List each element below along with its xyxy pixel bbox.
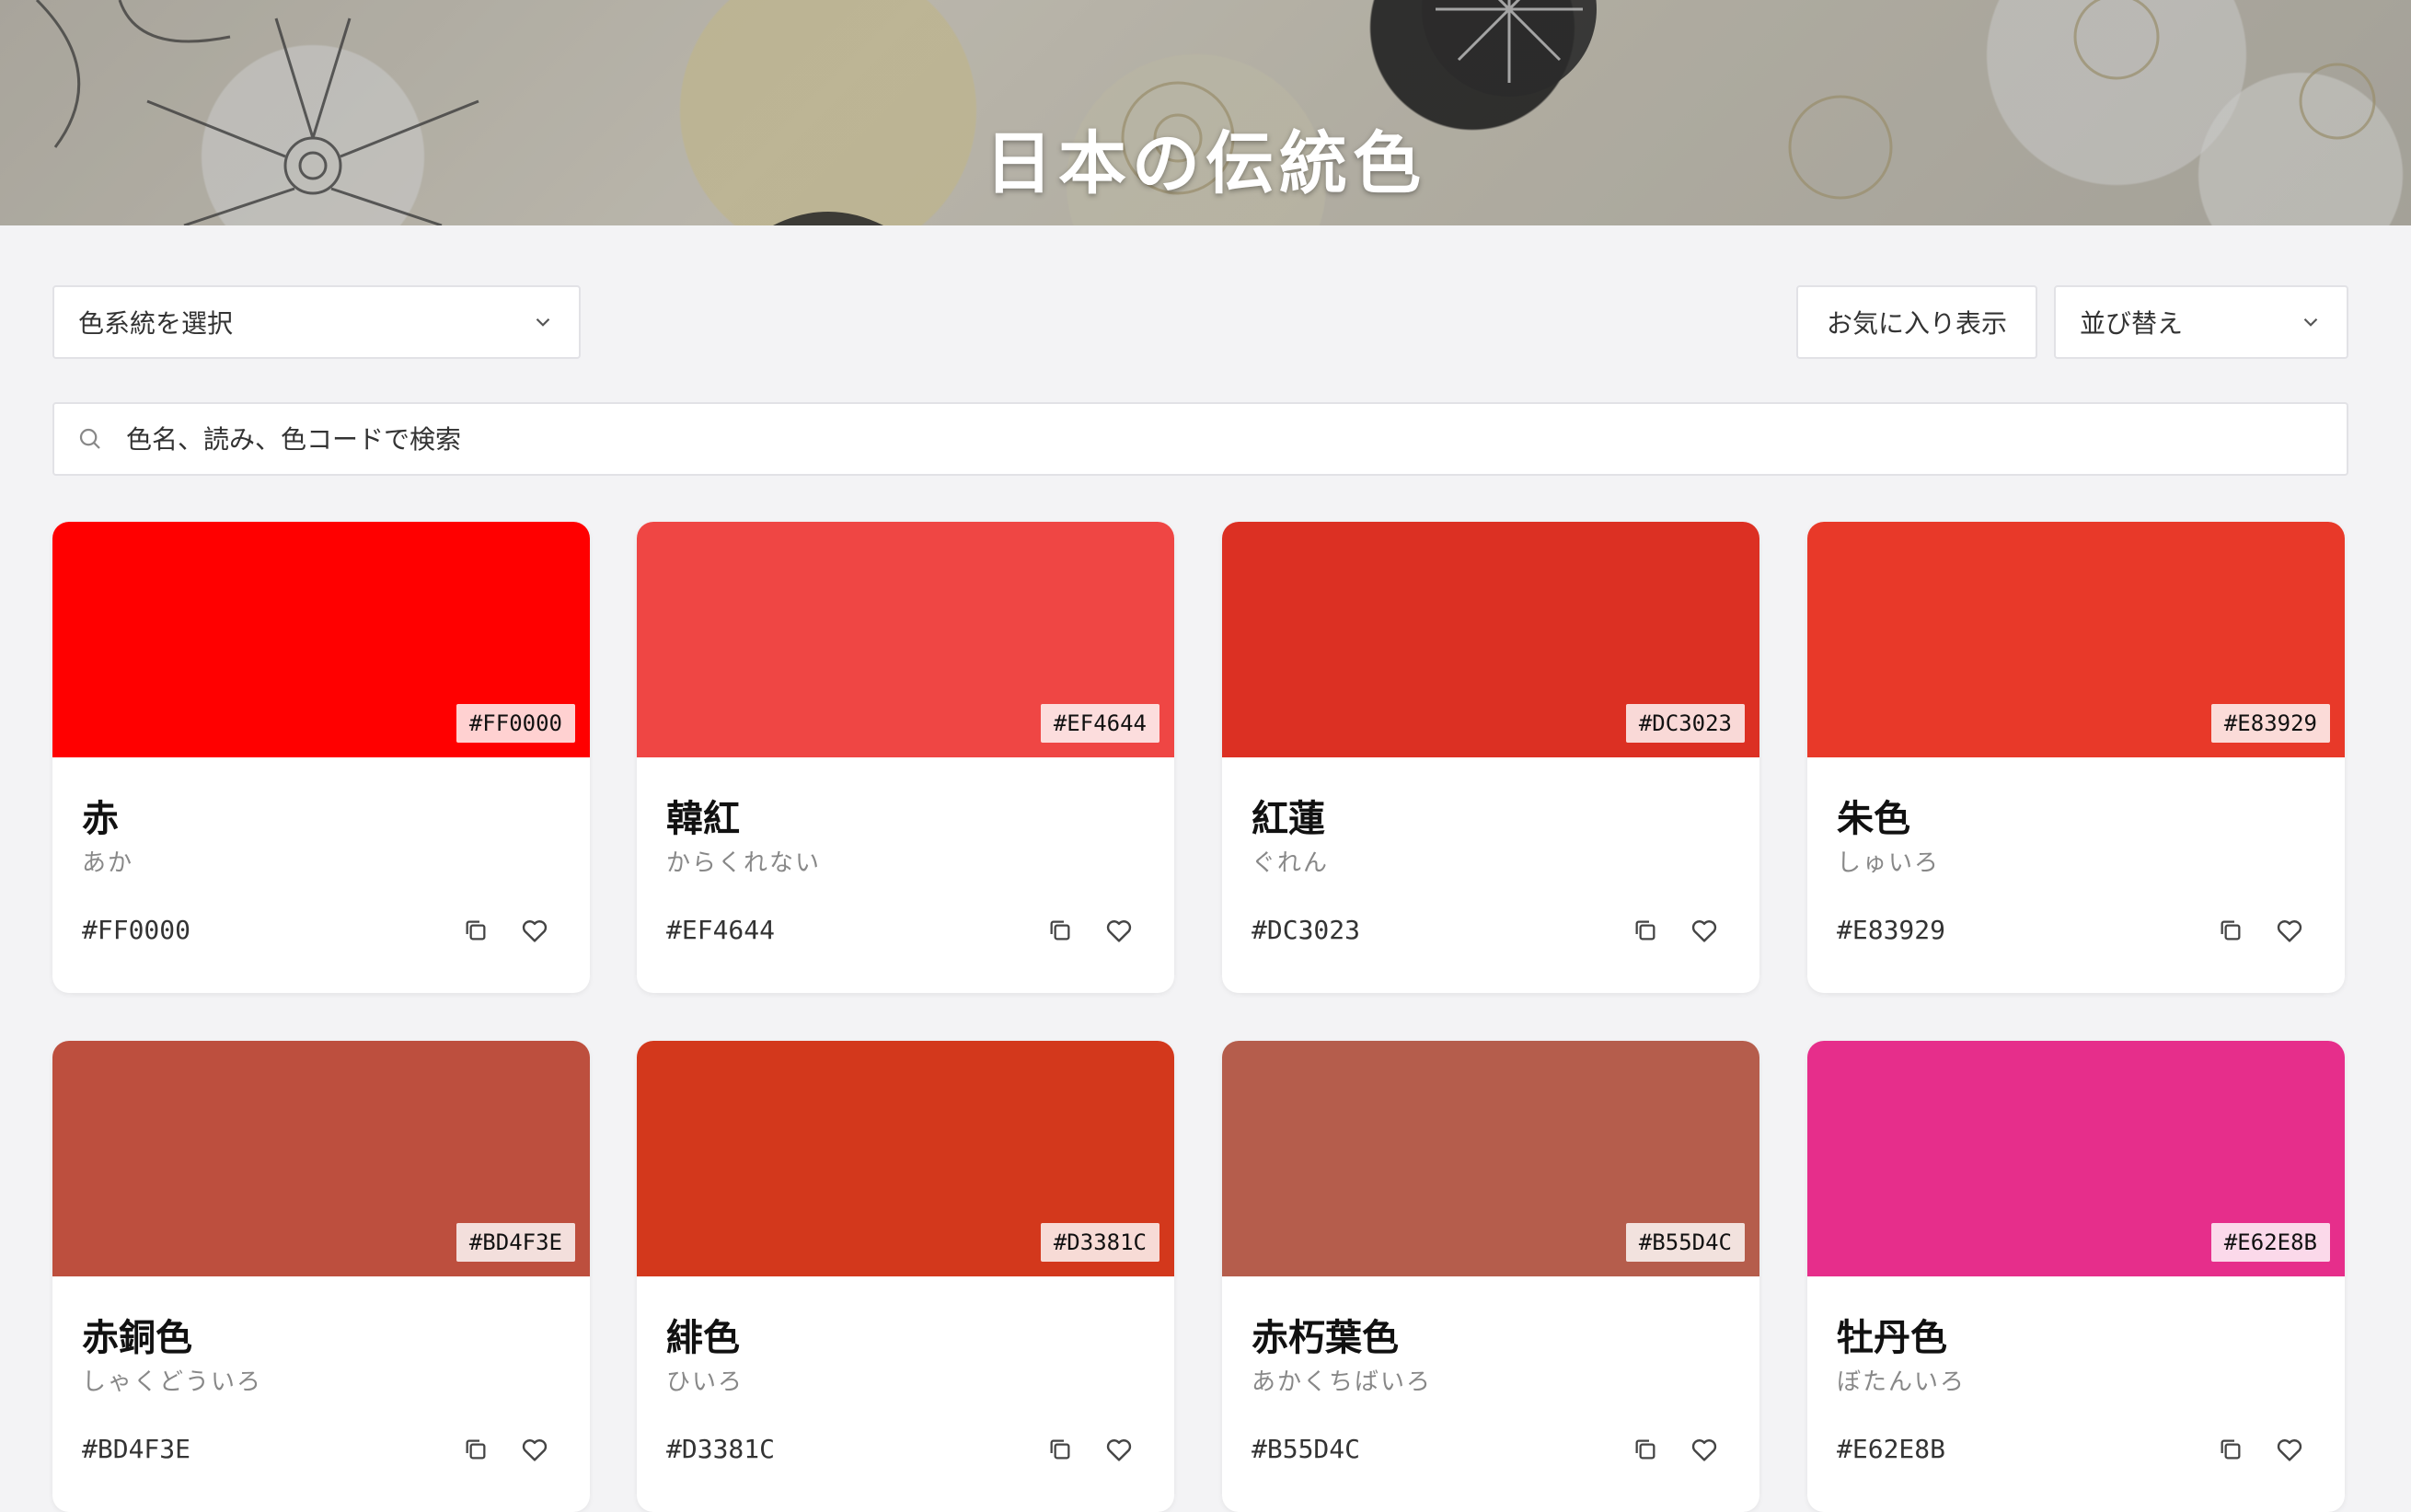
- color-code: #B55D4C: [1252, 1434, 1361, 1464]
- hex-badge: #DC3023: [1625, 704, 1745, 743]
- color-card[interactable]: #D3381C 緋色ひいろ #D3381C: [637, 1041, 1174, 1512]
- color-swatch: #D3381C: [637, 1041, 1174, 1276]
- heart-icon: [2277, 1439, 2302, 1461]
- heart-icon: [1106, 1439, 1132, 1461]
- color-reading: あかくちばいろ: [1252, 1368, 1433, 1396]
- color-card[interactable]: #E83929 朱色しゅいろ #E83929: [1807, 522, 2345, 993]
- show-favorites-button[interactable]: お気に入り表示: [1796, 285, 2037, 359]
- copy-button[interactable]: [1627, 1431, 1664, 1468]
- favorite-button[interactable]: [516, 912, 553, 949]
- copy-button[interactable]: [1627, 912, 1664, 949]
- color-card[interactable]: #E62E8B 牡丹色ぼたんいろ #E62E8B: [1807, 1041, 2345, 1512]
- favorite-button[interactable]: [2271, 912, 2308, 949]
- heart-icon: [2277, 920, 2302, 942]
- favorite-button[interactable]: [1686, 1431, 1723, 1468]
- color-code: #BD4F3E: [82, 1434, 191, 1464]
- color-swatch: #B55D4C: [1222, 1041, 1759, 1276]
- color-name: 赤銅色: [82, 1316, 192, 1359]
- copy-icon: [1635, 920, 1655, 941]
- hex-badge: #EF4644: [1040, 704, 1159, 743]
- copy-button[interactable]: [457, 912, 494, 949]
- color-reading: ぐれん: [1252, 849, 1330, 877]
- color-reading: あか: [82, 849, 134, 877]
- heart-icon: [522, 1439, 548, 1461]
- copy-button[interactable]: [457, 1431, 494, 1468]
- color-name: 赤朽葉色: [1252, 1316, 1399, 1359]
- hex-badge: #BD4F3E: [456, 1223, 575, 1262]
- color-card[interactable]: #B55D4C 赤朽葉色あかくちばいろ #B55D4C: [1222, 1041, 1759, 1512]
- header-banner: 日本の伝統色: [0, 0, 2411, 225]
- hex-badge: #B55D4C: [1625, 1223, 1745, 1262]
- hex-badge: #E62E8B: [2210, 1223, 2330, 1262]
- color-card[interactable]: #FF0000 赤あか #FF0000: [52, 522, 590, 993]
- color-swatch: #EF4644: [637, 522, 1174, 757]
- color-code: #E83929: [1837, 915, 1946, 945]
- copy-button[interactable]: [2212, 1431, 2249, 1468]
- color-swatch: #E62E8B: [1807, 1041, 2345, 1276]
- copy-button[interactable]: [2212, 912, 2249, 949]
- color-name: 朱色: [1837, 797, 1910, 840]
- search-icon: [79, 428, 100, 449]
- color-reading: ぼたんいろ: [1837, 1368, 1967, 1396]
- color-code: #EF4644: [666, 915, 776, 945]
- color-name: 牡丹色: [1837, 1316, 1947, 1359]
- copy-icon: [1050, 920, 1070, 941]
- copy-icon: [1050, 1439, 1070, 1460]
- favorite-button[interactable]: [1686, 912, 1723, 949]
- color-card[interactable]: #BD4F3E 赤銅色しゃくどういろ #BD4F3E: [52, 1041, 590, 1512]
- color-card[interactable]: #DC3023 紅蓮ぐれん #DC3023: [1222, 522, 1759, 993]
- heart-icon: [1691, 920, 1717, 942]
- color-family-select-label: 色系統を選択: [78, 308, 234, 339]
- color-code: #D3381C: [666, 1434, 776, 1464]
- color-swatch: #E83929: [1807, 522, 2345, 757]
- color-reading: しゃくどういろ: [82, 1368, 263, 1396]
- heart-icon: [1691, 1439, 1717, 1461]
- chevron-down-icon: [2303, 317, 2318, 327]
- color-code: #DC3023: [1252, 915, 1361, 945]
- sort-select-label: 並び替え: [2080, 308, 2184, 339]
- color-card[interactable]: #EF4644 韓紅からくれない #EF4644: [637, 522, 1174, 993]
- heart-icon: [522, 920, 548, 942]
- color-name: 赤: [82, 797, 119, 840]
- favorite-button[interactable]: [2271, 1431, 2308, 1468]
- color-family-select[interactable]: 色系統を選択: [52, 285, 581, 359]
- color-reading: からくれない: [666, 849, 822, 877]
- search-input[interactable]: [124, 422, 2324, 456]
- show-favorites-label: お気に入り表示: [1826, 308, 2007, 339]
- color-swatch: #FF0000: [52, 522, 590, 757]
- color-reading: しゅいろ: [1837, 849, 1941, 877]
- heart-icon: [1106, 920, 1132, 942]
- copy-icon: [2221, 920, 2241, 941]
- hex-badge: #D3381C: [1040, 1223, 1159, 1262]
- color-code: #E62E8B: [1837, 1434, 1946, 1464]
- copy-icon: [1635, 1439, 1655, 1460]
- color-name: 韓紅: [666, 797, 740, 840]
- color-name: 紅蓮: [1252, 797, 1325, 840]
- copy-icon: [2221, 1439, 2241, 1460]
- chevron-down-icon: [536, 317, 550, 327]
- color-swatch: #BD4F3E: [52, 1041, 590, 1276]
- favorite-button[interactable]: [1101, 1431, 1137, 1468]
- search-bar: [52, 402, 2348, 476]
- sort-select[interactable]: 並び替え: [2054, 285, 2348, 359]
- page-title: 日本の伝統色: [985, 123, 1426, 203]
- color-reading: ひいろ: [666, 1368, 744, 1396]
- favorite-button[interactable]: [516, 1431, 553, 1468]
- hex-badge: #E83929: [2210, 704, 2330, 743]
- copy-icon: [466, 1439, 486, 1460]
- hex-badge: #FF0000: [456, 704, 575, 743]
- copy-button[interactable]: [1042, 912, 1079, 949]
- color-name: 緋色: [666, 1316, 740, 1359]
- color-code: #FF0000: [82, 915, 191, 945]
- copy-icon: [466, 920, 486, 941]
- favorite-button[interactable]: [1101, 912, 1137, 949]
- color-swatch: #DC3023: [1222, 522, 1759, 757]
- copy-button[interactable]: [1042, 1431, 1079, 1468]
